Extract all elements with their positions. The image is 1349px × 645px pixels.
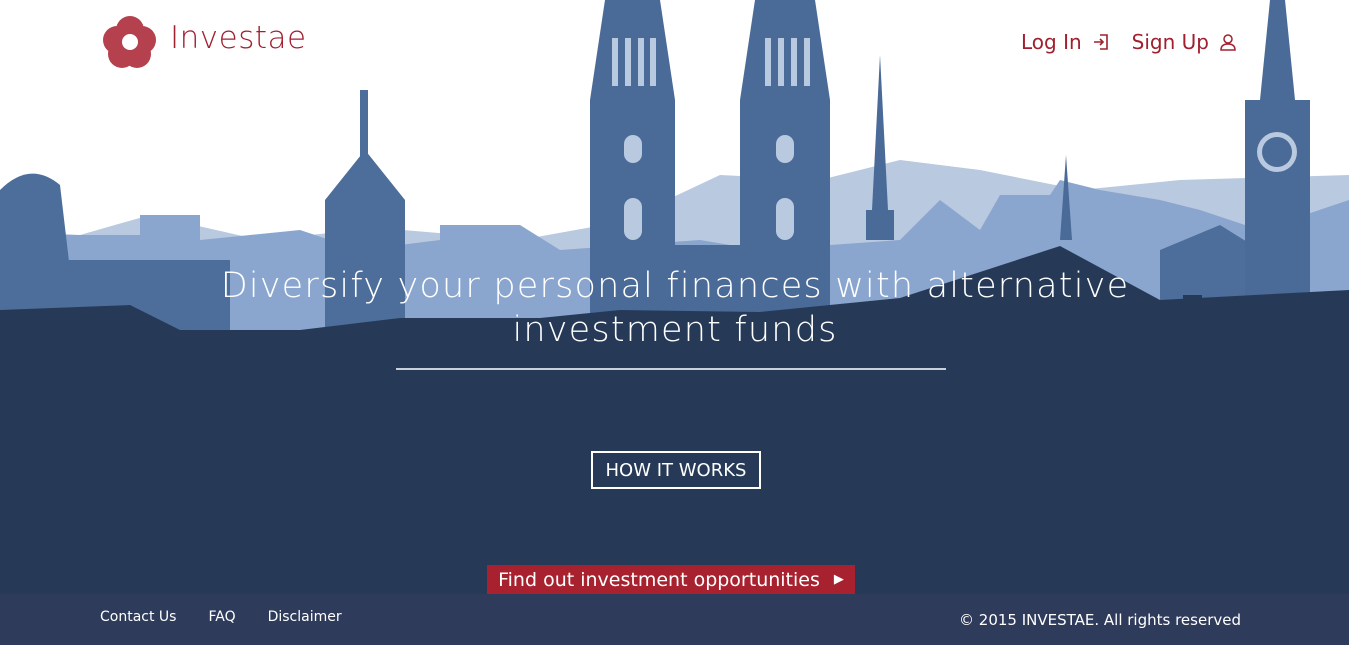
hero-headline: Diversify your personal finances with al…	[200, 264, 1150, 352]
top-nav: Log In Sign Up	[1021, 30, 1237, 54]
play-arrow-icon: ▶	[833, 572, 844, 587]
footer-link-faq[interactable]: FAQ	[208, 609, 235, 625]
hero-headline-line1: Diversify your personal finances with al…	[220, 266, 1130, 306]
find-opportunities-button[interactable]: Find out investment opportunities ▶	[487, 565, 855, 594]
login-icon	[1093, 34, 1108, 50]
brand-name: Investae	[170, 20, 307, 56]
how-it-works-button[interactable]: HOW IT WORKS	[591, 451, 761, 489]
brand-logo[interactable]: Investae	[100, 12, 307, 72]
copyright-text: © 2015 INVESTAE. All rights reserved	[959, 611, 1241, 629]
hero-divider	[396, 368, 946, 370]
signup-label: Sign Up	[1131, 30, 1209, 54]
login-label: Log In	[1021, 30, 1082, 54]
signup-link[interactable]: Sign Up	[1132, 30, 1237, 54]
footer-links: Contact Us FAQ Disclaimer	[100, 609, 342, 625]
hero-headline-line2: investment funds	[512, 310, 838, 350]
user-icon	[1220, 34, 1236, 51]
footer-link-contact[interactable]: Contact Us	[100, 609, 176, 625]
cta-label: Find out investment opportunities	[498, 568, 820, 591]
footer: Contact Us FAQ Disclaimer © 2015 INVESTA…	[0, 594, 1349, 645]
login-link[interactable]: Log In	[1021, 30, 1110, 54]
footer-link-disclaimer[interactable]: Disclaimer	[268, 609, 342, 625]
flower-logo-icon	[103, 16, 156, 68]
